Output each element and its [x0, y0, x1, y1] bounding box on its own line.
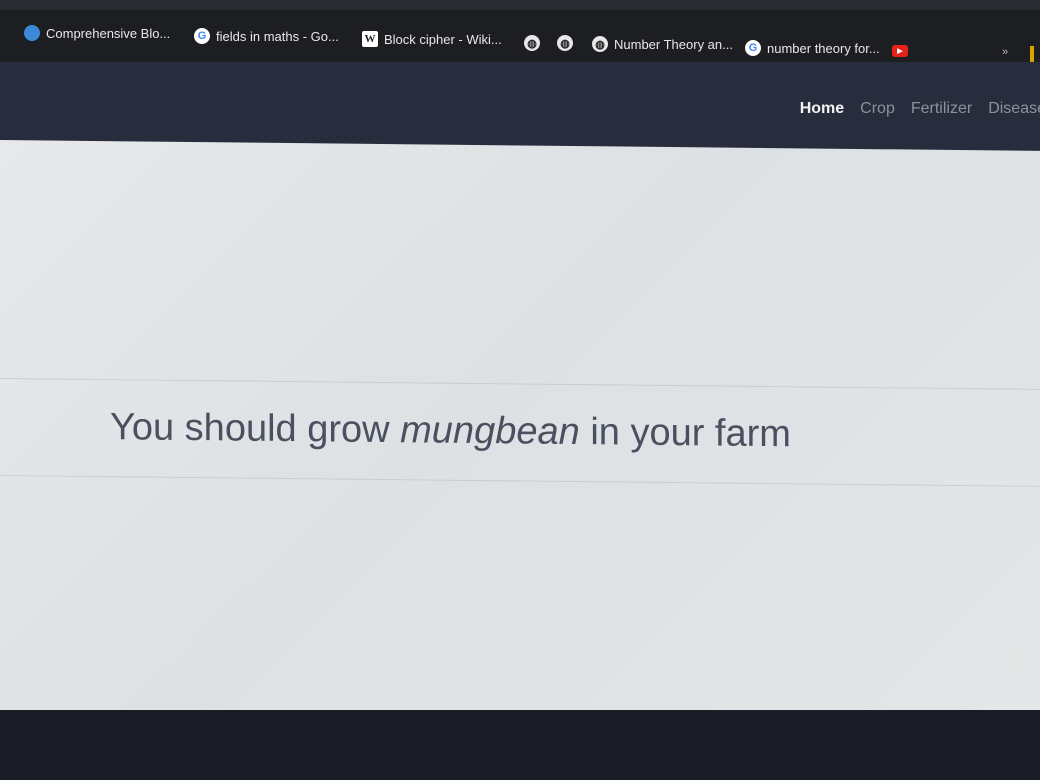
footer: [0, 710, 1040, 780]
globe-icon: ◍: [557, 35, 573, 51]
bookmark-globe-2[interactable]: ◍: [557, 35, 573, 51]
google-icon: G: [194, 28, 210, 44]
result-suffix: in your farm: [590, 411, 791, 456]
wikipedia-icon: W: [362, 31, 378, 47]
bookmark-number-theory[interactable]: ◍ Number Theory an...: [592, 36, 733, 52]
tab-strip: [0, 0, 1040, 10]
result-prefix: You should grow: [110, 406, 390, 452]
bookmark-youtube[interactable]: ▶: [892, 45, 908, 57]
nav-home-link[interactable]: Home: [800, 100, 844, 118]
result-section: You should grow mungbean in your farm: [0, 378, 1040, 487]
bookmark-label: number theory for...: [767, 40, 880, 56]
nav-fertilizer-link[interactable]: Fertilizer: [911, 100, 972, 118]
youtube-icon: ▶: [892, 45, 908, 57]
main-content: You should grow mungbean in your farm: [0, 140, 1040, 723]
bookmark-label: Number Theory an...: [614, 36, 733, 52]
bookmark-label: fields in maths - Go...: [216, 28, 339, 44]
blue-circle-icon: [24, 25, 40, 41]
bookmark-fields-in-maths[interactable]: G fields in maths - Go...: [194, 28, 339, 44]
browser-window: Comprehensive Blo... G fields in maths -…: [0, 0, 1040, 780]
bookmark-label: Comprehensive Blo...: [46, 25, 171, 41]
bookmark-block-cipher[interactable]: W Block cipher - Wiki...: [362, 31, 502, 47]
nav-crop-link[interactable]: Crop: [860, 100, 895, 118]
globe-icon: ◍: [592, 36, 608, 52]
nav-links: Home Crop Fertilizer Disease: [800, 100, 1040, 118]
globe-icon: ◍: [524, 35, 540, 51]
bookmarks-overflow-icon[interactable]: »: [1002, 46, 1008, 58]
google-icon: G: [745, 40, 761, 56]
recommended-crop: mungbean: [400, 409, 580, 454]
bookmark-comprehensive-blog[interactable]: Comprehensive Blo...: [24, 25, 170, 41]
crop-recommendation-text: You should grow mungbean in your farm: [110, 406, 791, 456]
nav-disease-link[interactable]: Disease: [988, 100, 1040, 118]
site-navbar: Home Crop Fertilizer Disease: [0, 62, 1040, 152]
bookmark-globe-1[interactable]: ◍: [524, 35, 540, 51]
bookmark-number-theory-for[interactable]: G number theory for...: [745, 40, 880, 56]
bookmark-label: Block cipher - Wiki...: [384, 31, 502, 47]
bookmarks-bar: Comprehensive Blo... G fields in maths -…: [0, 0, 1040, 64]
